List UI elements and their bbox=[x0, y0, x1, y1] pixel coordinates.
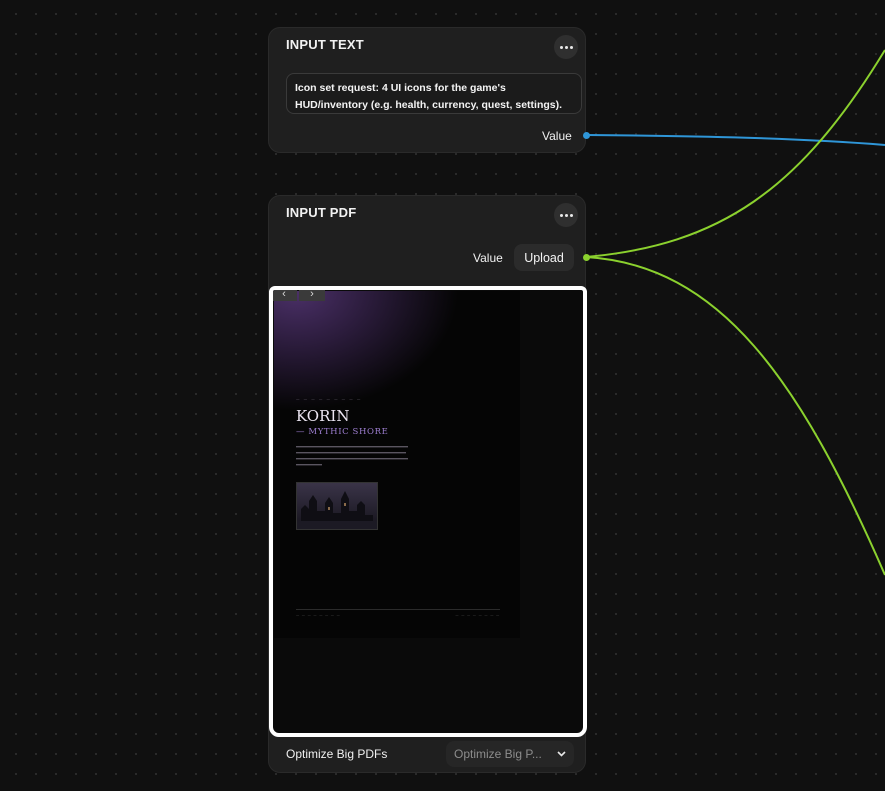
node-menu-button[interactable] bbox=[554, 203, 578, 227]
optimize-label: Optimize Big PDFs bbox=[286, 747, 388, 761]
node-menu-button[interactable] bbox=[554, 35, 578, 59]
pdf-footer-right: — — — — — — — — bbox=[455, 613, 500, 617]
value-port-label: Value bbox=[473, 251, 503, 265]
pdf-footer-left: — — — — — — — — bbox=[296, 613, 341, 617]
input-pdf-node[interactable]: INPUT PDF Value Upload ‹ › — — — — — — —… bbox=[268, 195, 590, 773]
value-output-port[interactable] bbox=[583, 254, 590, 261]
optimize-select-value: Optimize Big P... bbox=[454, 747, 542, 761]
dot-icon bbox=[569, 213, 573, 217]
dot-icon bbox=[559, 213, 563, 217]
dot-icon bbox=[564, 213, 568, 217]
text-input-field[interactable]: Icon set request: 4 UI icons for the gam… bbox=[286, 73, 582, 114]
node-title: INPUT PDF bbox=[286, 205, 357, 220]
pdf-body-text bbox=[296, 445, 414, 471]
dot-icon bbox=[569, 45, 573, 49]
pdf-footer-rule bbox=[296, 609, 500, 610]
chevron-right-icon[interactable]: › bbox=[299, 290, 325, 301]
pdf-page-preview: — — — — — — — — — KORIN — MYTHIC SHORE —… bbox=[274, 291, 520, 638]
pdf-value-wire-upper bbox=[585, 49, 885, 258]
castle-art bbox=[297, 483, 377, 529]
chevron-left-icon[interactable]: ‹ bbox=[273, 290, 297, 301]
node-canvas[interactable]: INPUT TEXT Icon set request: 4 UI icons … bbox=[0, 0, 885, 791]
value-port-label: Value bbox=[542, 129, 572, 143]
pdf-title: KORIN bbox=[296, 407, 350, 425]
optimize-select[interactable]: Optimize Big P... bbox=[446, 741, 574, 767]
dot-icon bbox=[559, 45, 563, 49]
pdf-subtitle: — MYTHIC SHORE bbox=[296, 427, 389, 437]
pdf-kicker-text: — — — — — — — — — bbox=[296, 397, 362, 401]
node-title: INPUT TEXT bbox=[286, 37, 364, 52]
chevron-down-icon bbox=[557, 749, 566, 760]
pdf-castle-image bbox=[296, 482, 378, 530]
value-output-port[interactable] bbox=[583, 132, 590, 139]
pdf-page-nav: ‹ › bbox=[273, 290, 327, 301]
input-text-node[interactable]: INPUT TEXT Icon set request: 4 UI icons … bbox=[268, 27, 590, 153]
dot-icon bbox=[564, 45, 568, 49]
upload-button[interactable]: Upload bbox=[514, 244, 574, 271]
pdf-viewer[interactable]: ‹ › — — — — — — — — — KORIN — MYTHIC SHO… bbox=[269, 286, 587, 737]
pdf-value-wire-lower bbox=[585, 256, 885, 576]
text-value-wire bbox=[585, 134, 885, 146]
pdf-body-lines bbox=[296, 446, 408, 466]
